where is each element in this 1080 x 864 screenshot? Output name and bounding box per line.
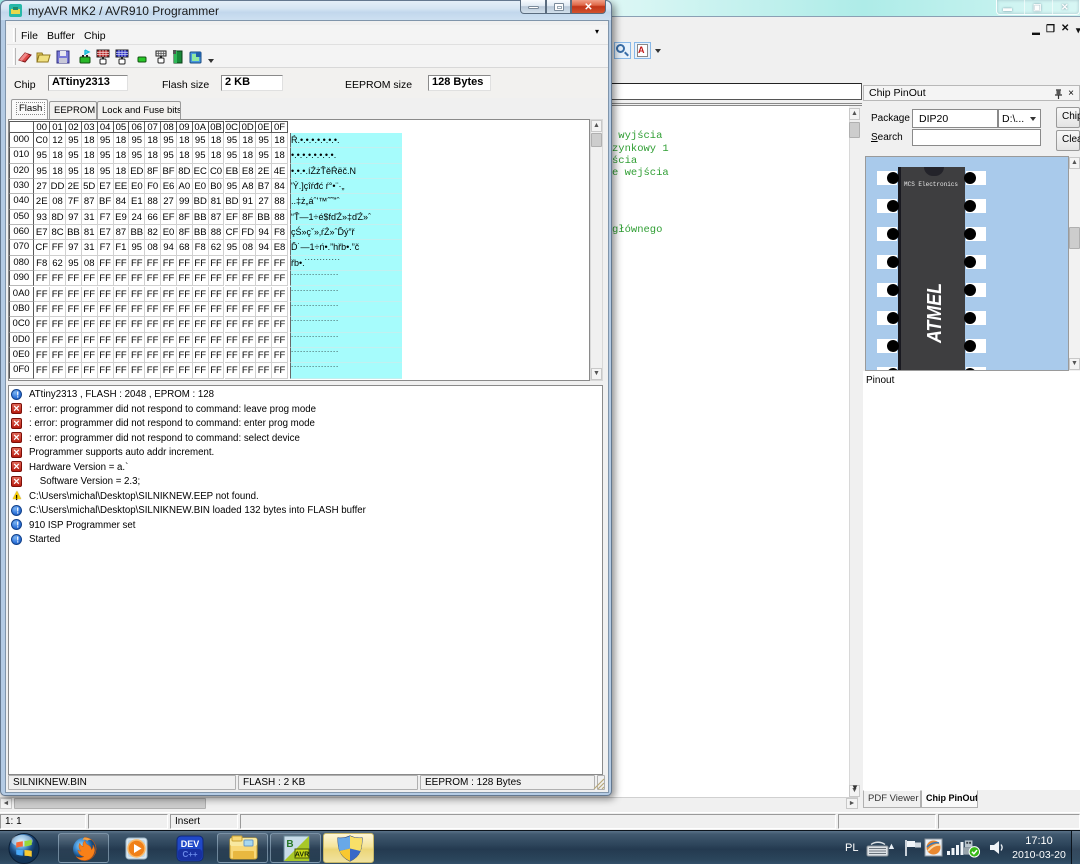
svg-text:DEV: DEV bbox=[181, 839, 200, 849]
svg-text:AVR: AVR bbox=[295, 852, 309, 859]
svg-text:B: B bbox=[286, 839, 293, 850]
svg-text:ATMEL: ATMEL bbox=[924, 283, 946, 344]
svg-text:C++: C++ bbox=[182, 850, 197, 859]
